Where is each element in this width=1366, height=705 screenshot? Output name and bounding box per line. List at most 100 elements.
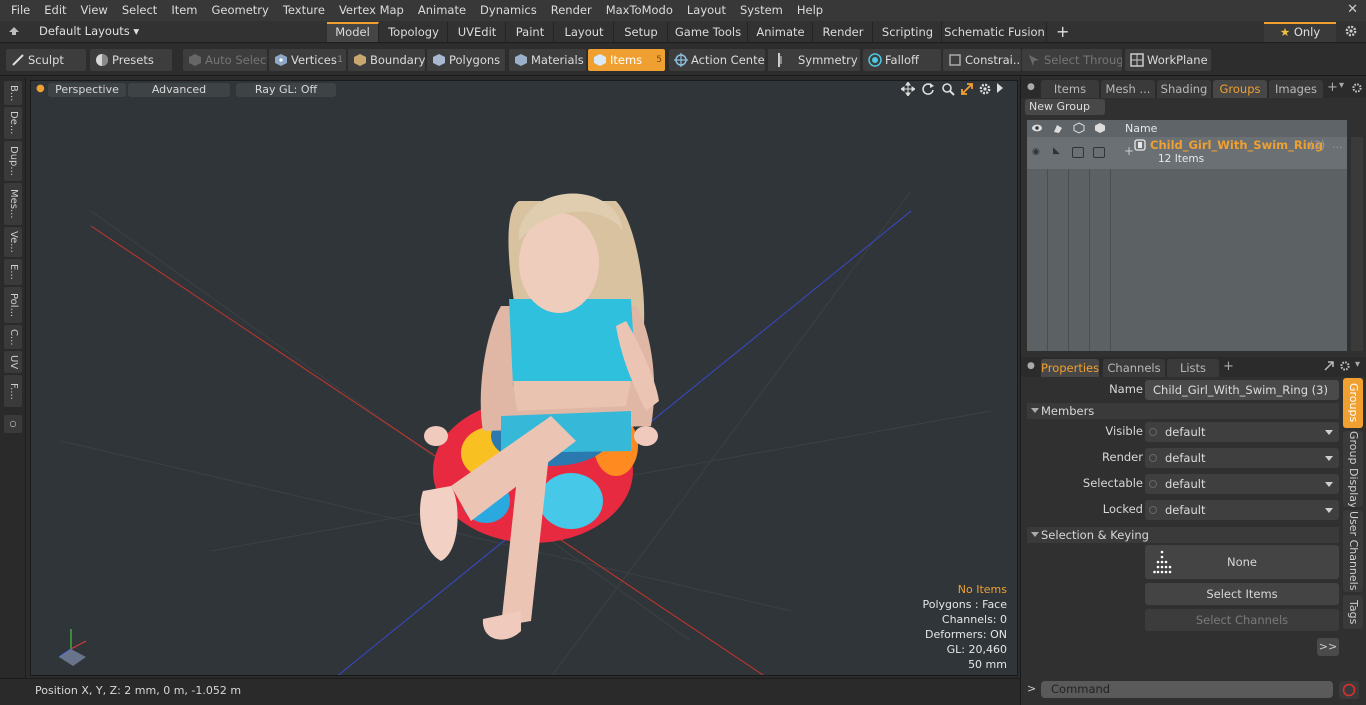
left-strip-more-icon[interactable]: ○ — [4, 415, 22, 433]
menu-view[interactable]: View — [74, 0, 115, 21]
tab-schematic-fusion[interactable]: Schematic Fusion — [943, 22, 1047, 42]
layout-up-icon[interactable] — [8, 25, 20, 37]
lock-col-icon[interactable] — [1094, 122, 1106, 134]
group-name[interactable]: Child_Girl_With_Swim_Ring — [1150, 138, 1323, 152]
tab-properties[interactable]: Properties — [1041, 359, 1099, 377]
tab-shading[interactable]: Shading — [1157, 80, 1211, 98]
tab-channels[interactable]: Channels — [1103, 359, 1165, 377]
row-selectable-checkbox[interactable] — [1072, 147, 1084, 158]
sculpt-button[interactable]: Sculpt — [6, 49, 86, 71]
layout-dropdown[interactable]: Default Layouts ▾ — [39, 21, 139, 42]
record-macro-button[interactable] — [1339, 681, 1359, 699]
menu-layout[interactable]: Layout — [680, 0, 733, 21]
panel-tabs-menu-icon[interactable]: ▾ — [1339, 80, 1344, 91]
selectable-select[interactable]: default — [1145, 474, 1339, 494]
menu-render[interactable]: Render — [544, 0, 599, 21]
auto-select-button[interactable]: Auto Select — [183, 49, 267, 71]
menu-texture[interactable]: Texture — [276, 0, 332, 21]
vertices-button[interactable]: Vertices 1 — [269, 49, 346, 71]
select-items-button[interactable]: Select Items — [1145, 583, 1339, 605]
polygons-button[interactable]: Polygons — [427, 49, 505, 71]
3d-viewport[interactable]: ● Perspective Advanced Ray GL: Off No It… — [30, 80, 1018, 676]
menu-vertex-map[interactable]: Vertex Map — [332, 0, 411, 21]
tab-groups[interactable]: Groups — [1213, 80, 1267, 98]
action-center-button[interactable]: Action Center — [669, 49, 765, 71]
viewport-indicator-icon[interactable]: ● — [36, 83, 45, 94]
props-menu-icon[interactable]: ▾ — [1355, 359, 1360, 370]
left-tab-deform[interactable]: De... — [4, 107, 22, 139]
rotate-icon[interactable] — [921, 82, 935, 96]
tab-topology[interactable]: Topology — [380, 22, 448, 42]
props-expand-icon[interactable] — [1323, 360, 1335, 372]
eye-col-icon[interactable] — [1031, 122, 1043, 134]
zoom-icon[interactable] — [941, 82, 955, 96]
left-tab-basic[interactable]: B... — [4, 81, 22, 105]
menu-dynamics[interactable]: Dynamics — [473, 0, 544, 21]
left-tab-fusion[interactable]: F.... — [4, 375, 22, 407]
menu-maxtomodo[interactable]: MaxToModo — [599, 0, 680, 21]
left-tab-curve[interactable]: C... — [4, 325, 22, 349]
members-section[interactable]: Members — [1027, 403, 1339, 419]
window-close-icon[interactable]: ✕ — [1347, 2, 1358, 17]
tab-paint[interactable]: Paint — [507, 22, 554, 42]
name-column-header[interactable]: Name — [1125, 120, 1157, 137]
render-col-icon[interactable] — [1052, 122, 1064, 134]
menu-file[interactable]: File — [0, 0, 37, 21]
expand-more-button[interactable]: >> — [1317, 638, 1339, 656]
symmetry-button[interactable]: Symmetry — [768, 49, 860, 71]
side-tab-group-display[interactable]: Group Display — [1343, 431, 1363, 507]
left-tab-edge[interactable]: E... — [4, 259, 22, 285]
props-gear-icon[interactable] — [1339, 360, 1351, 372]
menu-animate[interactable]: Animate — [411, 0, 473, 21]
viewport-gear-icon[interactable] — [978, 82, 992, 96]
expand-icon[interactable]: + — [1124, 144, 1134, 158]
view-perspective-button[interactable]: Perspective — [48, 83, 126, 97]
tab-render[interactable]: Render — [814, 22, 873, 42]
select-channels-button[interactable]: Select Channels — [1145, 609, 1339, 631]
left-tab-uv[interactable]: UV — [4, 351, 22, 373]
side-tab-groups[interactable]: Groups — [1343, 378, 1363, 428]
tab-images[interactable]: Images — [1269, 80, 1323, 98]
row-lock-checkbox[interactable] — [1093, 147, 1105, 158]
side-tab-user-channels[interactable]: User Channels — [1343, 510, 1363, 592]
tab-game-tools[interactable]: Game Tools — [669, 22, 748, 42]
menu-select[interactable]: Select — [115, 0, 164, 21]
add-props-tab-icon[interactable]: + — [1223, 359, 1234, 374]
tab-items[interactable]: Items — [1041, 80, 1099, 98]
tab-setup[interactable]: Setup — [615, 22, 668, 42]
boundary-button[interactable]: Boundary — [348, 49, 425, 71]
keying-none-button[interactable]: None — [1145, 545, 1339, 579]
tab-uvedit[interactable]: UVEdit — [449, 22, 506, 42]
tab-scripting[interactable]: Scripting — [874, 22, 942, 42]
left-tab-duplicate[interactable]: Dup... — [4, 141, 22, 181]
menu-geometry[interactable]: Geometry — [205, 0, 276, 21]
left-tab-polygon[interactable]: Pol... — [4, 287, 22, 323]
selectable-col-icon[interactable] — [1073, 122, 1085, 134]
tab-mesh[interactable]: Mesh ... — [1101, 80, 1155, 98]
only-toggle[interactable]: ★ Only — [1264, 22, 1336, 42]
tab-model[interactable]: Model — [327, 22, 379, 42]
locked-select[interactable]: default — [1145, 500, 1339, 520]
viewport-menu-arrow-icon[interactable] — [997, 83, 1003, 93]
tab-lists[interactable]: Lists — [1167, 359, 1219, 377]
command-input[interactable]: Command — [1041, 681, 1333, 698]
workplane-button[interactable]: WorkPlane — [1125, 49, 1211, 71]
left-tab-vertex[interactable]: Ve... — [4, 227, 22, 257]
select-through-button[interactable]: Select Through — [1022, 49, 1122, 71]
falloff-button[interactable]: Falloff — [863, 49, 941, 71]
items-button[interactable]: Items 5 — [588, 49, 665, 71]
menu-system[interactable]: System — [733, 0, 790, 21]
add-tab-button[interactable]: + — [1056, 21, 1069, 42]
groups-scrollbar[interactable] — [1351, 137, 1363, 351]
presets-button[interactable]: Presets — [90, 49, 172, 71]
visible-select[interactable]: default — [1145, 422, 1339, 442]
selection-keying-section[interactable]: Selection & Keying — [1027, 527, 1339, 543]
add-panel-tab-icon[interactable]: + — [1327, 80, 1338, 95]
tab-animate[interactable]: Animate — [749, 22, 813, 42]
menu-help[interactable]: Help — [790, 0, 830, 21]
maximize-icon[interactable] — [960, 82, 974, 96]
pan-icon[interactable] — [900, 81, 916, 97]
left-tab-mesh-edit[interactable]: Mes... — [4, 183, 22, 225]
tab-layout[interactable]: Layout — [555, 22, 614, 42]
shading-mode-button[interactable]: Advanced — [128, 83, 230, 97]
